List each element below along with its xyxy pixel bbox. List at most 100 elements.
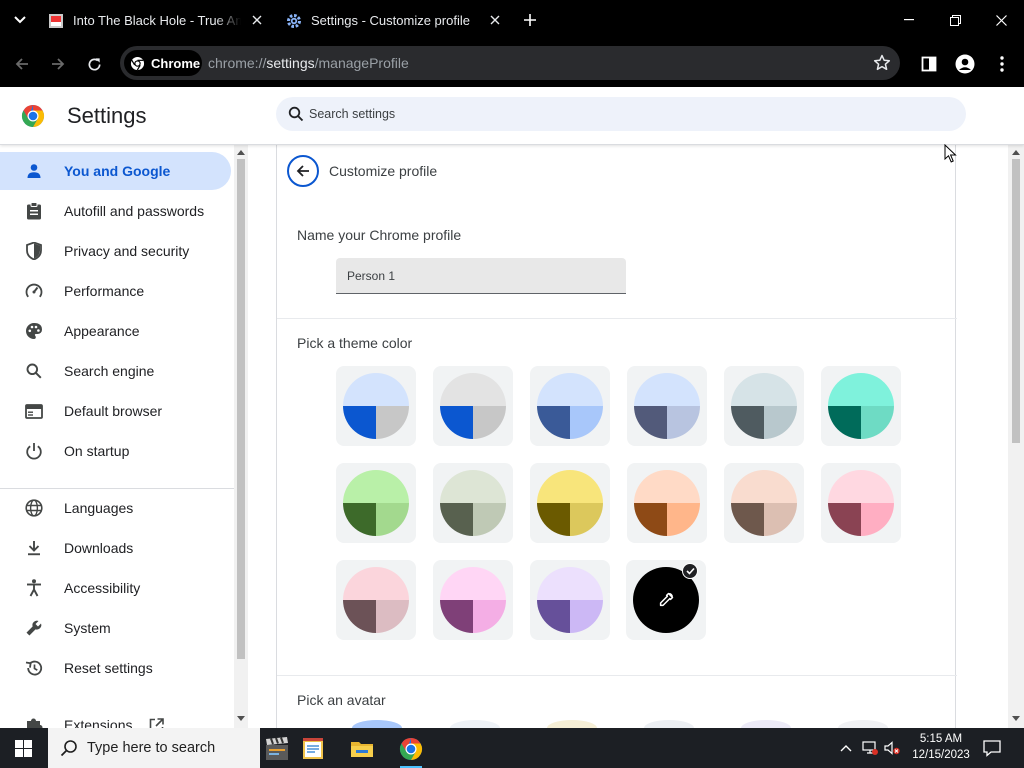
- section-divider: [277, 318, 957, 319]
- theme-color-swatch[interactable]: [530, 463, 610, 543]
- notepad-icon: [303, 738, 323, 759]
- reload-button[interactable]: [83, 53, 105, 75]
- tray-volume-button[interactable]: [884, 740, 900, 756]
- chrome-site-chip[interactable]: Chrome: [124, 50, 202, 76]
- theme-color-swatch[interactable]: [530, 560, 610, 640]
- minimize-icon: [904, 19, 914, 21]
- close-tab-icon[interactable]: [250, 13, 264, 27]
- settings-sidebar: You and Google Autofill and passwords Pr…: [0, 145, 234, 728]
- avatar-option[interactable]: [547, 720, 597, 728]
- theme-color-swatch[interactable]: [433, 463, 513, 543]
- page-scrollbar[interactable]: [1008, 145, 1024, 728]
- sidebar-item-default-browser[interactable]: Default browser: [0, 392, 231, 430]
- search-icon: [288, 106, 304, 122]
- clock-time: 5:15 AM: [919, 733, 963, 745]
- taskbar-search-box[interactable]: Type here to search: [48, 728, 260, 768]
- avatar-option[interactable]: [352, 720, 402, 728]
- sidebar-item-you-and-google[interactable]: You and Google: [0, 152, 231, 190]
- sidebar-item-label: Accessibility: [64, 580, 141, 596]
- scroll-up-icon[interactable]: [1012, 149, 1020, 155]
- search-settings-box[interactable]: Search settings: [276, 97, 966, 131]
- notifications-button[interactable]: [982, 738, 1002, 758]
- sidebar-item-label: Reset settings: [64, 660, 153, 676]
- open-in-new-icon: [149, 718, 164, 728]
- avatar-option[interactable]: [838, 720, 888, 728]
- reload-icon: [88, 57, 101, 70]
- sidebar-item-system[interactable]: System: [0, 609, 231, 647]
- sidebar-item-privacy[interactable]: Privacy and security: [0, 232, 231, 270]
- customize-profile-card: Customize profile Name your Chrome profi…: [276, 145, 957, 728]
- page-scrollbar-thumb[interactable]: [1012, 159, 1020, 443]
- windows-start-icon[interactable]: [15, 740, 32, 757]
- sidebar-item-on-startup[interactable]: On startup: [0, 432, 231, 470]
- profile-name-field[interactable]: [336, 258, 626, 294]
- minimize-button[interactable]: [899, 10, 919, 30]
- sidebar-scrollbar[interactable]: [234, 145, 248, 728]
- tab-settings-customize-profile[interactable]: Settings - Customize profile: [286, 6, 502, 35]
- taskbar-app-notes[interactable]: [296, 732, 330, 766]
- url-scheme: chrome://: [208, 55, 267, 71]
- name-section-label: Name your Chrome profile: [297, 227, 462, 243]
- selected-check-icon: [682, 563, 698, 579]
- bookmark-star-icon[interactable]: [872, 53, 892, 73]
- taskbar-app-chrome[interactable]: [394, 732, 428, 768]
- new-tab-button[interactable]: [520, 10, 540, 30]
- theme-color-swatch[interactable]: [627, 463, 707, 543]
- sidebar-item-accessibility[interactable]: Accessibility: [0, 569, 231, 607]
- theme-color-swatch[interactable]: [336, 560, 416, 640]
- arrow-left-icon: [296, 165, 309, 177]
- sidebar-item-extensions[interactable]: Extensions: [0, 706, 231, 728]
- custom-color-picker-swatch[interactable]: [626, 560, 706, 640]
- forward-button[interactable]: [47, 53, 69, 75]
- profile-button[interactable]: [954, 53, 976, 75]
- sidebar-item-autofill[interactable]: Autofill and passwords: [0, 192, 231, 230]
- theme-color-swatch[interactable]: [336, 366, 416, 446]
- theme-color-swatch[interactable]: [627, 366, 707, 446]
- theme-color-swatch[interactable]: [821, 463, 901, 543]
- tray-network-button[interactable]: [862, 740, 878, 756]
- restore-button[interactable]: [945, 10, 965, 30]
- scroll-down-icon[interactable]: [1012, 716, 1020, 722]
- search-settings-input[interactable]: Search settings: [309, 107, 395, 121]
- taskbar-app-file-explorer[interactable]: [345, 732, 379, 766]
- accessibility-icon: [24, 578, 44, 598]
- tray-overflow-button[interactable]: [838, 740, 854, 756]
- theme-color-swatch[interactable]: [336, 463, 416, 543]
- theme-color-swatch[interactable]: [433, 560, 513, 640]
- tab-search-button[interactable]: [8, 10, 32, 30]
- sidebar-item-search-engine[interactable]: Search engine: [0, 352, 231, 390]
- back-button[interactable]: [11, 53, 33, 75]
- theme-color-swatch[interactable]: [821, 366, 901, 446]
- sidebar-item-languages[interactable]: Languages: [0, 489, 231, 527]
- chrome-menu-button[interactable]: [991, 53, 1013, 75]
- theme-color-swatch[interactable]: [433, 366, 513, 446]
- tab-into-the-black-hole[interactable]: Into The Black Hole - True Amol: [48, 6, 264, 35]
- sidebar-item-appearance[interactable]: Appearance: [0, 312, 231, 350]
- sidebar-item-label: Downloads: [64, 540, 134, 556]
- eyedropper-icon: [659, 592, 674, 607]
- avatar-option[interactable]: [741, 720, 791, 728]
- theme-color-swatch[interactable]: [724, 463, 804, 543]
- profile-name-input[interactable]: [336, 258, 626, 293]
- sidebar-scrollbar-thumb[interactable]: [237, 159, 245, 659]
- taskbar-app-video-editor[interactable]: [260, 732, 294, 766]
- sidebar-item-performance[interactable]: Performance: [0, 272, 231, 310]
- clapperboard-icon: [266, 737, 288, 760]
- avatar-option[interactable]: [450, 720, 500, 728]
- url-text[interactable]: chrome://settings/manageProfile: [208, 55, 409, 71]
- sidebar-item-label: Languages: [64, 500, 134, 516]
- scroll-up-icon[interactable]: [237, 149, 245, 155]
- address-bar[interactable]: Chrome chrome://settings/manageProfile: [120, 46, 900, 80]
- back-arrow-button[interactable]: [287, 155, 319, 187]
- taskbar-clock[interactable]: 5:15 AM 12/15/2023: [906, 731, 976, 763]
- sidebar-item-downloads[interactable]: Downloads: [0, 529, 231, 567]
- avatar-option[interactable]: [644, 720, 694, 728]
- scroll-down-icon[interactable]: [237, 716, 245, 722]
- close-window-button[interactable]: [991, 10, 1011, 30]
- theme-color-swatch[interactable]: [530, 366, 610, 446]
- chevron-up-icon: [840, 745, 852, 752]
- side-panel-button[interactable]: [918, 53, 940, 75]
- theme-color-swatch[interactable]: [724, 366, 804, 446]
- close-tab-icon[interactable]: [488, 13, 502, 27]
- sidebar-item-reset-settings[interactable]: Reset settings: [0, 649, 231, 687]
